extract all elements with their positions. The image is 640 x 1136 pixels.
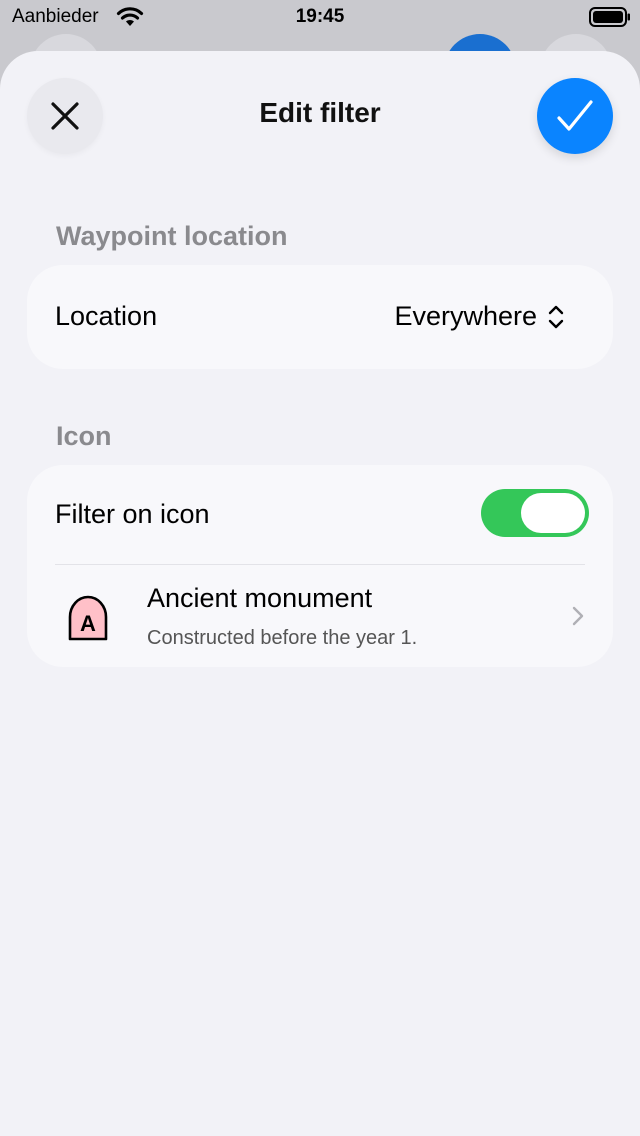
icon-item-subtitle: Constructed before the year 1. [147, 627, 418, 649]
filter-on-icon-label: Filter on icon [55, 499, 210, 529]
location-card: Location Everywhere [27, 265, 613, 369]
icon-item-row[interactable]: A Ancient monument Constructed before th… [27, 565, 613, 667]
icon-card: Filter on icon A Ancient monument Constr… [27, 465, 613, 667]
status-bar: Aanbieder 19:45 [0, 0, 640, 36]
svg-text:A: A [80, 611, 96, 636]
clock-time: 19:45 [295, 6, 345, 27]
location-label: Location [55, 301, 158, 331]
ancient-monument-icon: A [67, 595, 109, 641]
icon-item-title: Ancient monument [147, 583, 373, 613]
edit-filter-sheet: Edit filter Waypoint location Location E… [0, 51, 640, 1136]
filter-on-icon-toggle[interactable] [481, 489, 589, 537]
battery-icon [589, 7, 631, 27]
location-value: Everywhere [394, 301, 537, 331]
chevron-up-down-icon [547, 304, 565, 330]
location-picker[interactable]: Everywhere [333, 265, 613, 369]
section-header-waypoint-location: Waypoint location [56, 221, 288, 251]
toggle-knob [521, 493, 585, 533]
checkmark-icon [557, 100, 593, 131]
chevron-right-icon [571, 605, 585, 627]
section-header-icon: Icon [56, 421, 112, 451]
done-button[interactable] [537, 78, 613, 154]
